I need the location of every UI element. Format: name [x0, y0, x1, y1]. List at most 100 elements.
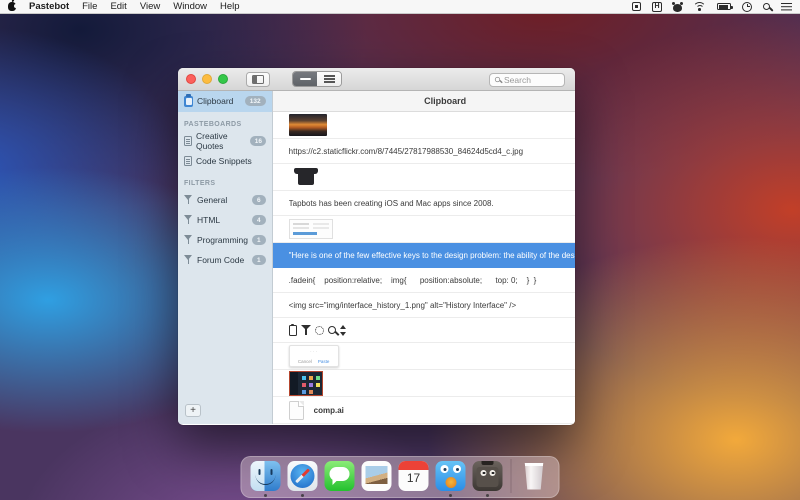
clipboard-item-url[interactable]: https://c2.staticflickr.com/8/7445/27817… — [273, 139, 575, 164]
wifi-icon[interactable] — [693, 0, 706, 14]
sort-arrows-glyph-icon — [340, 325, 347, 336]
clipboard-item-image[interactable]: IMG — [273, 370, 575, 397]
clipboard-item-text[interactable]: Tapbots has been creating iOS and Mac ap… — [273, 191, 575, 216]
zoom-button[interactable] — [218, 74, 228, 84]
item-text: Tapbots has been creating iOS and Mac ap… — [289, 199, 575, 208]
h-app-status-icon[interactable]: H — [652, 0, 662, 14]
add-pasteboard-button[interactable]: + — [185, 404, 201, 417]
clipboard-item-icons-image[interactable]: IMG — [273, 318, 575, 343]
clipboard-glyph-icon — [289, 325, 297, 336]
dock-finder[interactable] — [251, 461, 281, 491]
tweetbot-icon — [436, 461, 466, 491]
webpage-screenshot-thumbnail — [289, 219, 333, 239]
tweetbot-status-icon[interactable] — [673, 0, 682, 14]
view-mode-segmented-control — [292, 71, 342, 87]
clipboard-item-file[interactable]: comp.ai AI — [273, 397, 575, 424]
count-badge: 132 — [245, 96, 266, 106]
sidebar-item-label: General — [197, 195, 227, 205]
section-header-filters: FILTERS — [178, 171, 272, 190]
sunset-photo-thumbnail — [289, 114, 327, 136]
minimize-button[interactable] — [202, 74, 212, 84]
menu-help[interactable]: Help — [220, 1, 240, 12]
menu-view[interactable]: View — [140, 1, 160, 12]
pastebot-window: Clipboard 132 PASTEBOARDS Creative Quote… — [178, 68, 575, 425]
icons-image-thumbnail — [289, 325, 347, 336]
dock: 17 — [241, 456, 560, 498]
dock-trash[interactable] — [520, 461, 550, 491]
apple-menu-icon[interactable] — [8, 2, 16, 11]
sidebar-item-code-snippets[interactable]: Code Snippets — [178, 151, 272, 171]
dock-photos[interactable] — [362, 461, 392, 491]
clipboard-item-selected[interactable]: "Here is one of the few effective keys t… — [273, 243, 575, 268]
sidebar-item-label: Creative Quotes — [196, 131, 246, 151]
sidebar-item-label: HTML — [197, 215, 220, 225]
dock-pastebot[interactable] — [473, 461, 503, 491]
dock-safari[interactable] — [288, 461, 318, 491]
list-header: Clipboard — [273, 91, 575, 112]
clipboard-item-image[interactable]: IMG — [273, 164, 575, 191]
menu-edit[interactable]: Edit — [110, 1, 126, 12]
battery-icon[interactable] — [717, 0, 731, 14]
dock-tweetbot[interactable] — [436, 461, 466, 491]
close-button[interactable] — [186, 74, 196, 84]
messages-icon — [325, 461, 355, 491]
compact-view-segment[interactable] — [293, 72, 317, 86]
dialog-screenshot-thumbnail: · · · Cancel Paste — [289, 345, 339, 367]
section-header-pasteboards: PASTEBOARDS — [178, 112, 272, 131]
pasteboard-icon — [184, 136, 192, 146]
filter-icon — [184, 215, 193, 225]
clock-status-icon[interactable] — [742, 0, 752, 14]
sidebar-icon — [252, 75, 264, 84]
clipboard-item-image[interactable]: · · · Cancel Paste IMG — [273, 343, 575, 370]
pastebot-icon — [473, 461, 503, 491]
dialog-thumb-cancel-label: Cancel — [298, 359, 312, 364]
sidebar-item-clipboard[interactable]: Clipboard 132 — [178, 91, 272, 112]
menu-bar: Pastebot File Edit View Window Help H — [0, 0, 800, 14]
spotlight-icon[interactable] — [763, 0, 770, 14]
clipboard-list-pane: Clipboard IMG https://c2.staticflickr.co… — [273, 91, 575, 424]
window-titlebar[interactable] — [178, 68, 575, 91]
search-icon — [495, 77, 500, 82]
calendar-icon: 17 — [399, 461, 429, 491]
menu-window[interactable]: Window — [173, 1, 207, 12]
filter-icon — [184, 195, 193, 205]
toggle-sidebar-button[interactable] — [246, 72, 270, 87]
magnifier-glyph-icon — [328, 326, 336, 334]
menu-file[interactable]: File — [82, 1, 97, 12]
filter-icon — [184, 235, 193, 245]
photos-icon — [362, 461, 392, 491]
clipboard-item-image[interactable]: IMG — [273, 112, 575, 139]
sidebar-item-html[interactable]: HTML 4 — [178, 210, 272, 230]
tshirt-photo-thumbnail — [289, 165, 323, 189]
app-menu-title[interactable]: Pastebot — [29, 1, 69, 12]
search-field[interactable] — [489, 73, 565, 87]
search-input[interactable] — [504, 75, 559, 85]
sidebar-item-general[interactable]: General 6 — [178, 190, 272, 210]
dock-messages[interactable] — [325, 461, 355, 491]
sidebar-item-creative-quotes[interactable]: Creative Quotes 16 — [178, 131, 272, 151]
clipboard-item-html-snippet[interactable]: <img src="img/interface_history_1.png" a… — [273, 293, 575, 318]
gear-glyph-icon — [315, 326, 324, 335]
sidebar-item-label: Programming — [197, 235, 248, 245]
sidebar-item-label: Clipboard — [197, 96, 233, 106]
count-badge: 16 — [250, 136, 266, 146]
sidebar-item-forum-code[interactable]: Forum Code 1 — [178, 250, 272, 270]
safari-icon — [288, 461, 318, 491]
dialog-thumb-paste-label: Paste — [318, 359, 330, 364]
dock-calendar[interactable]: 17 — [399, 461, 429, 491]
item-text: https://c2.staticflickr.com/8/7445/27817… — [289, 147, 575, 156]
compact-view-icon — [300, 78, 311, 80]
expanded-view-segment[interactable] — [317, 72, 341, 86]
sidebar-item-label: Forum Code — [197, 255, 244, 265]
clipboard-item-css-snippet[interactable]: .fadein{ position:relative; img{ positio… — [273, 268, 575, 293]
item-text: .fadein{ position:relative; img{ positio… — [289, 276, 575, 285]
clipboard-item-image[interactable]: IMG — [273, 216, 575, 243]
count-badge: 4 — [252, 215, 266, 225]
sidebar-item-label: Code Snippets — [196, 156, 252, 166]
calendar-status-icon[interactable] — [632, 0, 641, 14]
trash-icon — [524, 463, 545, 490]
item-text: "Here is one of the few effective keys t… — [289, 251, 575, 260]
notification-center-icon[interactable] — [781, 0, 792, 14]
sidebar-item-programming[interactable]: Programming 1 — [178, 230, 272, 250]
finder-icon — [251, 461, 281, 491]
